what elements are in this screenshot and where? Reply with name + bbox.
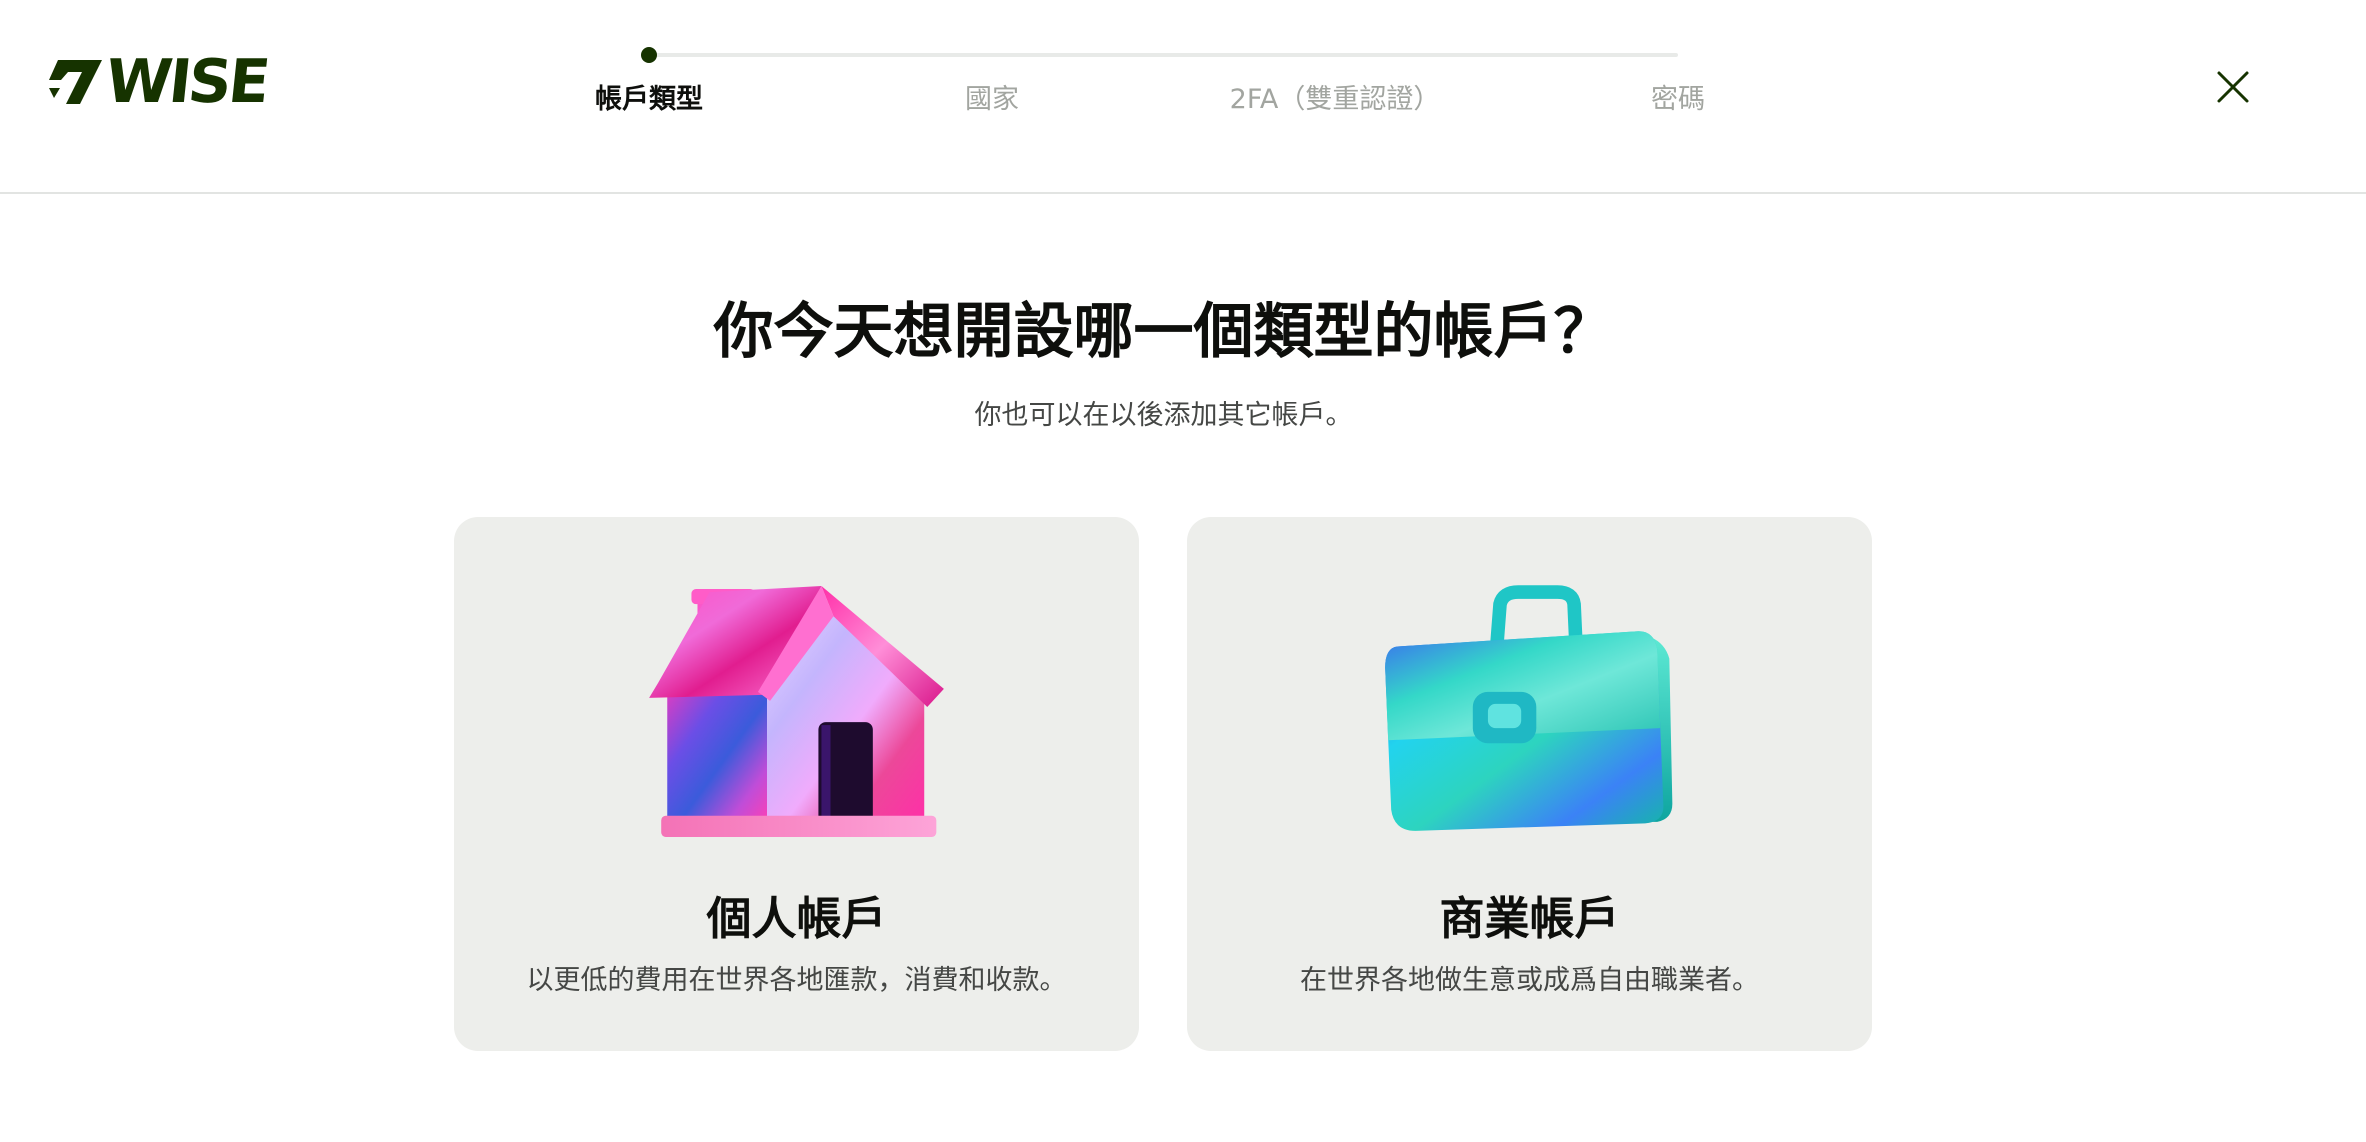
stepper-current-dot <box>641 47 657 63</box>
briefcase-icon <box>1382 583 1677 843</box>
step-password: 密碼 <box>1651 84 1705 115</box>
business-account-card[interactable]: 商業帳戶 在世界各地做生意或成爲自由職業者。 <box>1187 517 1872 1051</box>
house-icon <box>649 583 944 843</box>
personal-account-card[interactable]: 個人帳戶 以更低的費用在世界各地匯款，消費和收款。 <box>454 517 1139 1051</box>
close-icon <box>2217 71 2249 103</box>
page-subtitle: 你也可以在以後添加其它帳戶。 <box>974 400 1353 431</box>
step-2fa: 2FA（雙重認證） <box>1229 84 1441 115</box>
business-card-description: 在世界各地做生意或成爲自由職業者。 <box>1300 965 1759 996</box>
personal-card-description: 以更低的費用在世界各地匯款，消費和收款。 <box>526 965 1067 996</box>
progress-stepper: 帳戶類型 國家 2FA（雙重認證） 密碼 <box>0 0 2366 190</box>
personal-card-title: 個人帳戶 <box>706 892 887 945</box>
page-title: 你今天想開設哪一個類型的帳戶？ <box>713 297 1614 367</box>
business-card-title: 商業帳戶 <box>1439 892 1620 945</box>
header: WISE 帳戶類型 國家 2FA（雙重認證） 密碼 <box>0 0 2366 194</box>
close-button[interactable] <box>2212 66 2254 108</box>
step-account-type: 帳戶類型 <box>595 84 703 115</box>
stepper-track <box>649 53 1678 57</box>
step-country: 國家 <box>965 84 1019 115</box>
